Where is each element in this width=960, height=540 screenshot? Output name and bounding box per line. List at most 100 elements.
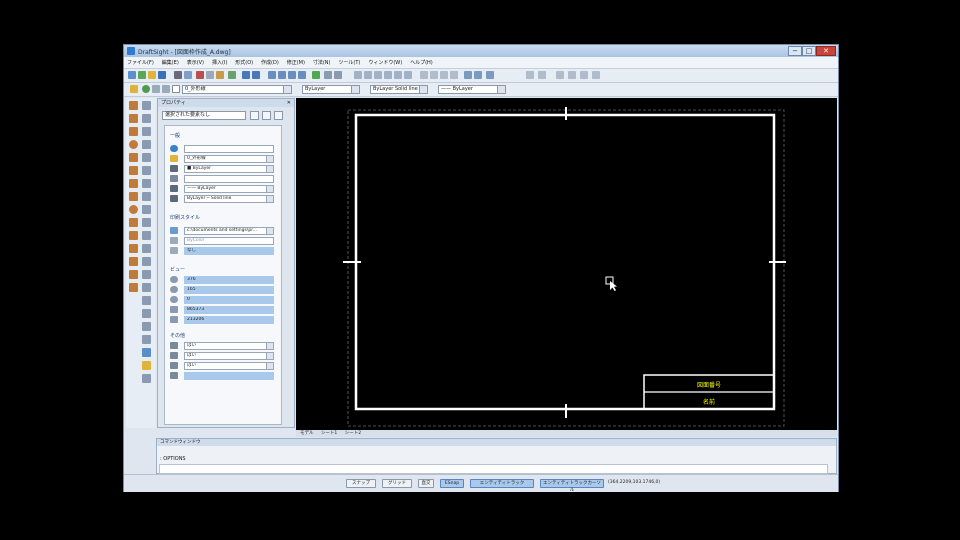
- snap-icon[interactable]: [568, 71, 576, 79]
- wireframe-icon[interactable]: [474, 71, 482, 79]
- property-ucs-origin[interactable]: はい: [184, 352, 274, 360]
- new-icon[interactable]: [128, 71, 136, 79]
- ellipse-icon[interactable]: [129, 205, 138, 214]
- layer-icon[interactable]: [130, 85, 138, 93]
- pan-icon[interactable]: [268, 71, 276, 79]
- select-entities-icon[interactable]: [262, 111, 271, 120]
- minimize-button[interactable]: −: [788, 46, 802, 56]
- menu-tools[interactable]: ツール(T): [335, 57, 363, 66]
- leader-icon[interactable]: [142, 374, 151, 383]
- close-icon[interactable]: ✕: [287, 99, 291, 107]
- modify-icon[interactable]: [142, 101, 151, 110]
- maximize-button[interactable]: □: [802, 46, 816, 56]
- color-combo[interactable]: ByLayer: [302, 85, 360, 94]
- array-icon[interactable]: [142, 309, 151, 318]
- explode-icon[interactable]: [142, 283, 151, 292]
- esnap-icon[interactable]: [592, 71, 600, 79]
- block-icon[interactable]: [129, 244, 138, 253]
- menu-dimension[interactable]: 寸法(N): [310, 57, 334, 66]
- menu-file[interactable]: ファイル(F): [124, 57, 157, 66]
- menu-draw[interactable]: 作成(D): [258, 57, 282, 66]
- tab-sheet1[interactable]: シート1: [321, 431, 337, 436]
- property-center-y[interactable]: 165: [184, 286, 274, 294]
- circle-icon[interactable]: [129, 140, 138, 149]
- table-icon[interactable]: [129, 257, 138, 266]
- property-center-z[interactable]: 0: [184, 296, 274, 304]
- inquiry-icon[interactable]: [142, 348, 151, 357]
- dim-linear-icon[interactable]: [526, 71, 534, 79]
- orbit-icon[interactable]: [464, 71, 472, 79]
- cut-icon[interactable]: [196, 71, 204, 79]
- tab-sheet2[interactable]: シート2: [345, 431, 361, 436]
- text-icon[interactable]: [129, 270, 138, 279]
- rectangle-icon[interactable]: [129, 166, 138, 175]
- entity-track-cursor-toggle[interactable]: エンティティトラックカーソル: [540, 479, 604, 493]
- spline-icon[interactable]: [129, 192, 138, 201]
- esnap-toggle[interactable]: ESnap: [440, 479, 464, 488]
- move-icon[interactable]: [142, 166, 151, 175]
- menu-modify[interactable]: 修正(M): [284, 57, 308, 66]
- infinite-line-icon[interactable]: [129, 114, 138, 123]
- layer-freeze-icon[interactable]: [152, 85, 160, 93]
- toggle-pickadd-icon[interactable]: [274, 111, 283, 120]
- extend-icon[interactable]: [142, 231, 151, 240]
- layer-color-icon[interactable]: [172, 85, 180, 93]
- region-icon[interactable]: [129, 283, 138, 292]
- rotate-icon[interactable]: [142, 179, 151, 188]
- snap-toggle[interactable]: スナップ: [346, 479, 376, 488]
- zoom-window-icon[interactable]: [298, 71, 306, 79]
- property-ucs-on[interactable]: はい: [184, 342, 274, 350]
- new-template-icon[interactable]: [138, 71, 146, 79]
- match-properties-icon[interactable]: [228, 71, 236, 79]
- property-color-value[interactable]: ■ ByLayer: [184, 165, 274, 173]
- property-color[interactable]: [184, 145, 274, 153]
- chamfer-icon[interactable]: [142, 270, 151, 279]
- drawing-canvas[interactable]: 図面番号 名前: [296, 98, 837, 430]
- stretch-icon[interactable]: [142, 205, 151, 214]
- edit-polyline-icon[interactable]: [142, 296, 151, 305]
- copy-tool-icon[interactable]: [142, 114, 151, 123]
- selection-dropdown[interactable]: 選択された要素なし: [162, 111, 246, 120]
- layer-lock-icon[interactable]: [162, 85, 170, 93]
- paste-icon[interactable]: [216, 71, 224, 79]
- lineweight-combo[interactable]: —— ByLayer: [438, 85, 506, 94]
- property-print-style[interactable]: ByColor: [184, 237, 274, 245]
- trim-icon[interactable]: [142, 218, 151, 227]
- command-input[interactable]: [159, 464, 828, 474]
- open-icon[interactable]: [148, 71, 156, 79]
- property-print-attached[interactable]: なし: [184, 247, 274, 255]
- erase-icon[interactable]: [142, 335, 151, 344]
- design-resources-icon[interactable]: [334, 71, 342, 79]
- layer-on-icon[interactable]: [142, 85, 150, 93]
- quick-select-icon[interactable]: [250, 111, 259, 120]
- close-button[interactable]: ✕: [816, 46, 836, 56]
- grid-toggle[interactable]: グリッド: [382, 479, 412, 488]
- title-bar[interactable]: DraftSight - [図面枠作成_A.dwg] − □ ✕: [124, 45, 838, 57]
- view-iso-se-icon[interactable]: [430, 71, 438, 79]
- property-scale[interactable]: [184, 175, 274, 183]
- copy-icon[interactable]: [206, 71, 214, 79]
- offset-icon[interactable]: [142, 140, 151, 149]
- property-layer[interactable]: 0_外形線: [184, 155, 274, 163]
- property-ucs-viewport[interactable]: はい: [184, 362, 274, 370]
- linestyle-combo[interactable]: ByLayer Solid line: [370, 85, 428, 94]
- layer-combo[interactable]: 0_外形線: [182, 85, 292, 94]
- fillet-icon[interactable]: [142, 257, 151, 266]
- menu-help[interactable]: ヘルプ(H): [407, 57, 436, 66]
- hidden-icon[interactable]: [486, 71, 494, 79]
- polyline-icon[interactable]: [129, 127, 138, 136]
- print-preview-icon[interactable]: [184, 71, 192, 79]
- ortho-icon[interactable]: [580, 71, 588, 79]
- view-front-icon[interactable]: [394, 71, 402, 79]
- polygon-icon[interactable]: [129, 179, 138, 188]
- property-linetype[interactable]: ByLayer ─ Solid line: [184, 195, 274, 203]
- arc-icon[interactable]: [129, 153, 138, 162]
- entity-track-toggle[interactable]: エンティティトラック: [470, 479, 534, 488]
- property-ucs-name[interactable]: [184, 372, 274, 380]
- menu-format[interactable]: 形式(O): [232, 57, 256, 66]
- view-iso-ne-icon[interactable]: [440, 71, 448, 79]
- tab-model[interactable]: モデル: [300, 431, 314, 436]
- hatch-icon[interactable]: [129, 218, 138, 227]
- break-icon[interactable]: [142, 244, 151, 253]
- join-icon[interactable]: [142, 322, 151, 331]
